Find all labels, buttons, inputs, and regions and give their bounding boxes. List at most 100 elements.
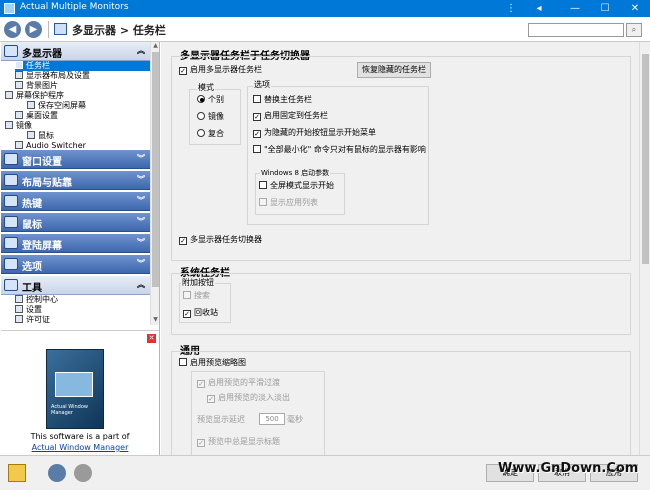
tree-item-settings[interactable]: 设置 <box>15 305 42 315</box>
show-app-list-checkbox[interactable]: 显示应用列表 <box>259 198 318 208</box>
tree-item-desktop[interactable]: 桌面设置 <box>15 111 58 121</box>
scroll-down-icon[interactable]: ▼ <box>151 316 160 325</box>
fade-checkbox[interactable]: ✓ 启用预览的淡入淡出 <box>207 393 290 403</box>
sidebar-group-label: 鼠标 <box>22 220 42 231</box>
redo-icon[interactable] <box>74 464 92 482</box>
promo-text: This software is a part of <box>30 432 130 441</box>
chevron-down-icon: ︾ <box>137 175 145 184</box>
mouse-icon <box>27 131 35 139</box>
scroll-up-icon[interactable]: ▲ <box>151 42 160 51</box>
checkbox-box: ✓ <box>197 439 205 447</box>
desktop-icon <box>15 111 23 119</box>
sidebar-group-label: 工具 <box>22 283 42 294</box>
sidebar-group-logon-screen[interactable]: 登陆屏幕 ︾ <box>1 234 150 253</box>
sidebar-group-hotkeys[interactable]: 热键 ︾ <box>1 192 150 211</box>
checkbox-label: 显示应用列表 <box>270 198 318 207</box>
sidebar-group-multi-monitor[interactable]: 多显示器 ︽ <box>1 42 150 61</box>
sidebar-group-options[interactable]: 选项 ︾ <box>1 255 150 274</box>
sidebar-group-label: 登陆屏幕 <box>22 241 62 252</box>
content-scrollbar[interactable] <box>639 42 650 455</box>
back-arrow-icon[interactable]: ◀ <box>4 21 21 38</box>
maximize-button[interactable]: ☐ <box>592 0 618 17</box>
mode-radio-composite[interactable]: 复合 <box>197 129 224 139</box>
checkbox-box <box>183 291 191 299</box>
forward-arrow-icon[interactable]: ▶ <box>25 21 42 38</box>
checkbox-box: ✓ <box>253 113 261 121</box>
sidebar: 多显示器 ︽ 任务栏 显示器布局及设置 背景图片 屏幕保护程序 保存空闲屏幕 桌… <box>0 42 160 455</box>
layout-icon <box>15 71 23 79</box>
minimize-all-checkbox[interactable]: "全部最小化" 命令只对有鼠标的显示器有影响 <box>253 145 426 155</box>
restore-hidden-taskbar-button[interactable]: 恢复隐藏的任务栏 <box>357 62 431 78</box>
tree-item-label: 保存空闲屏幕 <box>38 101 86 110</box>
window-icon <box>4 153 18 165</box>
promo-panel: ✕ Actual Window Manager This software is… <box>1 330 159 455</box>
sidebar-group-layout-snap[interactable]: 布局与贴靠 ︾ <box>1 171 150 190</box>
product-box-image: Actual Window Manager <box>46 349 104 429</box>
tree-item-license[interactable]: 许可证 <box>15 315 50 325</box>
title-bar: Actual Multiple Monitors ⋮ ◂ — ☐ ✕ <box>0 0 650 17</box>
pin-icon[interactable]: ◂ <box>526 0 552 17</box>
search-icon[interactable]: ⌕ <box>626 23 642 37</box>
checkbox-box: ✓ <box>179 237 187 245</box>
undo-icon[interactable] <box>48 464 66 482</box>
radio-dot <box>197 112 205 120</box>
tree-item-idle-screen[interactable]: 保存空闲屏幕 <box>27 101 86 111</box>
enable-preview-checkbox[interactable]: 启用预览缩略图 <box>179 358 246 368</box>
search-button-checkbox[interactable]: 搜索 <box>183 291 210 301</box>
tree-item-label: 镜像 <box>16 121 32 130</box>
enable-taskbar-checkbox[interactable]: ✓ 启用多显示器任务栏 <box>179 65 262 75</box>
close-icon[interactable]: ✕ <box>147 334 156 343</box>
settings-icon <box>15 305 23 313</box>
mode-group-label: 模式 <box>197 83 215 93</box>
scroll-thumb[interactable] <box>152 52 159 287</box>
menu-dots-icon[interactable]: ⋮ <box>498 0 524 17</box>
win8-group <box>255 173 345 215</box>
tree-item-layout[interactable]: 显示器布局及设置 <box>15 71 90 81</box>
preview-delay-unit: 毫秒 <box>287 415 303 424</box>
search-input[interactable] <box>528 23 624 37</box>
tree-item-label: 桌面设置 <box>26 111 58 120</box>
checkbox-label: 搜索 <box>194 291 210 300</box>
pin-to-taskbar-checkbox[interactable]: ✓ 启用固定到任务栏 <box>253 111 328 121</box>
tree-item-screensaver[interactable]: 屏幕保护程序 <box>5 91 64 101</box>
promo-link[interactable]: Actual Window Manager <box>32 443 129 452</box>
tree-item-mirror[interactable]: 镜像 <box>5 121 32 131</box>
sidebar-scrollbar[interactable]: ▲ ▼ <box>150 42 159 325</box>
tree-item-wallpaper[interactable]: 背景图片 <box>15 81 58 91</box>
mode-radio-individual[interactable]: 个别 <box>197 95 224 105</box>
start-menu-checkbox[interactable]: ✓ 为隐藏的开始按钮显示开始菜单 <box>253 128 376 138</box>
help-icon[interactable] <box>8 464 26 482</box>
tree-item-mouse[interactable]: 鼠标 <box>27 131 54 141</box>
mode-radio-mirror[interactable]: 镜像 <box>197 112 224 122</box>
tree-item-label: 任务栏 <box>26 61 50 70</box>
smooth-transition-checkbox[interactable]: ✓ 启用预览的平滑过渡 <box>197 378 280 388</box>
chevron-down-icon: ︾ <box>137 259 145 268</box>
fullscreen-start-checkbox[interactable]: 全屏模式显示开始 <box>259 181 334 191</box>
sidebar-group-label: 热键 <box>22 199 42 210</box>
screensaver-icon <box>5 91 13 99</box>
chevron-down-icon: ︾ <box>137 196 145 205</box>
always-title-checkbox[interactable]: ✓ 预览中总是显示标题 <box>197 437 280 447</box>
recycle-bin-checkbox[interactable]: ✓ 回收站 <box>183 308 218 318</box>
replace-main-taskbar-checkbox[interactable]: 替换主任务栏 <box>253 95 312 105</box>
checkbox-label: 启用预览的淡入淡出 <box>218 393 290 402</box>
preview-delay-input[interactable]: 500 <box>259 413 285 425</box>
breadcrumb: 多显示器 > 任务栏 <box>72 24 166 37</box>
sidebar-group-mouse[interactable]: 鼠标 ︾ <box>1 213 150 232</box>
tree-item-control-center[interactable]: 控制中心 <box>15 295 58 305</box>
close-button[interactable]: ✕ <box>622 0 648 17</box>
chevron-down-icon: ︾ <box>137 154 145 163</box>
monitors-icon <box>4 45 18 57</box>
minimize-button[interactable]: — <box>562 0 588 17</box>
sidebar-group-tools[interactable]: 工具 ︽ <box>1 276 150 295</box>
scroll-thumb[interactable] <box>642 54 649 264</box>
navigation-bar: ◀ ▶ 多显示器 > 任务栏 ⌕ <box>0 17 650 42</box>
checkbox-label: 替换主任务栏 <box>264 95 312 104</box>
checkbox-box: ✓ <box>207 395 215 403</box>
tools-icon <box>4 279 18 291</box>
checkbox-box: ✓ <box>253 130 261 138</box>
task-switcher-checkbox[interactable]: ✓ 多显示器任务切换器 <box>179 235 262 245</box>
sidebar-group-window-settings[interactable]: 窗口设置 ︾ <box>1 150 150 169</box>
wallpaper-icon <box>15 81 23 89</box>
tree-item-taskbar[interactable]: 任务栏 <box>15 61 150 71</box>
